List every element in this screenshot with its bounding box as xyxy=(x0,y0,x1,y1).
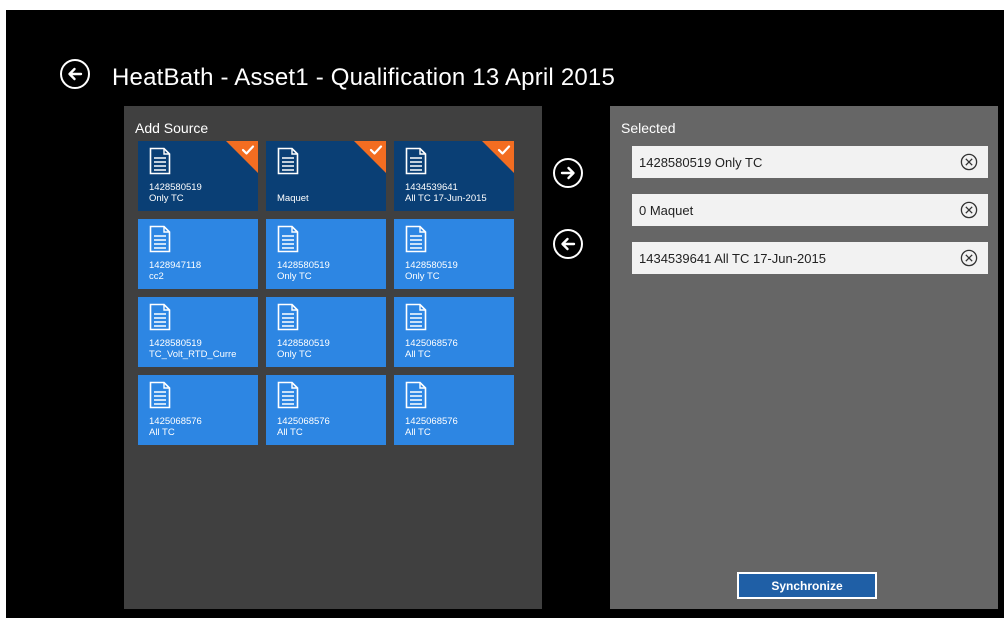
remove-circle-x-icon[interactable] xyxy=(960,153,978,171)
tile-id-label: 1425068576 xyxy=(149,416,202,427)
tile-id-label: 1428947118 xyxy=(149,260,202,271)
tile-id-label: 1428580519 xyxy=(149,182,202,193)
tile-id-label: 1425068576 xyxy=(405,338,458,349)
source-tile[interactable]: 1425068576 All TC xyxy=(394,375,514,445)
synchronize-button[interactable]: Synchronize xyxy=(737,572,877,599)
source-tile[interactable]: 1425068576 All TC xyxy=(266,375,386,445)
tile-id-label: 1428580519 xyxy=(277,260,330,271)
tile-id-label: 1428580519 xyxy=(149,338,202,349)
source-tile[interactable]: 1428580519 Only TC xyxy=(266,219,386,289)
tile-name-label: Only TC xyxy=(149,193,184,204)
tile-id-label: 1428580519 xyxy=(277,338,330,349)
document-icon xyxy=(149,381,171,414)
add-to-selected-button[interactable] xyxy=(553,158,583,188)
tile-name-label: TC_Volt_RTD_Curre xyxy=(149,349,237,360)
back-button[interactable] xyxy=(60,59,90,89)
checkmark-icon xyxy=(369,143,383,161)
document-icon xyxy=(277,381,299,414)
source-tile[interactable]: 1428580519 Only TC xyxy=(266,297,386,367)
document-icon xyxy=(405,225,427,258)
tile-name-label: Only TC xyxy=(405,271,440,282)
document-icon xyxy=(277,225,299,258)
tile-id-label: 1428580519 xyxy=(405,260,458,271)
tile-id-label: 1425068576 xyxy=(277,416,330,427)
selected-item-label: 1434539641 All TC 17-Jun-2015 xyxy=(639,251,826,266)
tile-id-label: 1434539641 xyxy=(405,182,458,193)
checkmark-icon xyxy=(241,143,255,161)
source-tile[interactable]: 1428580519 Only TC xyxy=(138,141,258,211)
remove-circle-x-icon[interactable] xyxy=(960,249,978,267)
selected-item: 1434539641 All TC 17-Jun-2015 xyxy=(632,242,988,274)
arrow-left-circle-icon xyxy=(68,67,83,81)
arrow-right-circle-icon xyxy=(560,166,575,180)
source-tile[interactable]: 1428580519 TC_Volt_RTD_Curre xyxy=(138,297,258,367)
source-tile[interactable]: 1425068576 All TC xyxy=(394,297,514,367)
tile-name-label: All TC xyxy=(405,349,431,360)
remove-circle-x-icon[interactable] xyxy=(960,201,978,219)
selected-item: 0 Maquet xyxy=(632,194,988,226)
checkmark-icon xyxy=(497,143,511,161)
source-tile[interactable]: 1428580519 Only TC xyxy=(394,219,514,289)
page-title: HeatBath - Asset1 - Qualification 13 Apr… xyxy=(112,64,616,91)
selected-item-label: 1428580519 Only TC xyxy=(639,155,763,170)
tile-name-label: All TC xyxy=(277,427,303,438)
source-tile[interactable]: 1434539641 All TC 17-Jun-2015 xyxy=(394,141,514,211)
tile-name-label: cc2 xyxy=(149,271,164,282)
document-icon xyxy=(277,303,299,336)
tile-name-label: All TC 17-Jun-2015 xyxy=(405,193,487,204)
tile-id-label: 1425068576 xyxy=(405,416,458,427)
document-icon xyxy=(405,303,427,336)
tile-name-label: Maquet xyxy=(277,193,309,204)
document-icon xyxy=(149,303,171,336)
tile-name-label: Only TC xyxy=(277,349,312,360)
remove-from-selected-button[interactable] xyxy=(553,229,583,259)
document-icon xyxy=(149,225,171,258)
tile-name-label: Only TC xyxy=(277,271,312,282)
document-icon xyxy=(405,381,427,414)
add-source-heading: Add Source xyxy=(135,120,209,136)
document-icon xyxy=(405,147,427,180)
document-icon xyxy=(149,147,171,180)
selected-heading: Selected xyxy=(621,120,676,136)
selected-panel: Selected xyxy=(610,106,998,609)
selected-item: 1428580519 Only TC xyxy=(632,146,988,178)
arrow-left-circle-icon xyxy=(561,237,576,251)
source-tile[interactable]: 1425068576 All TC xyxy=(138,375,258,445)
source-tile[interactable]: Maquet xyxy=(266,141,386,211)
selected-item-label: 0 Maquet xyxy=(639,203,694,218)
source-tile[interactable]: 1428947118 cc2 xyxy=(138,219,258,289)
tile-name-label: All TC xyxy=(149,427,175,438)
document-icon xyxy=(277,147,299,180)
tile-name-label: All TC xyxy=(405,427,431,438)
